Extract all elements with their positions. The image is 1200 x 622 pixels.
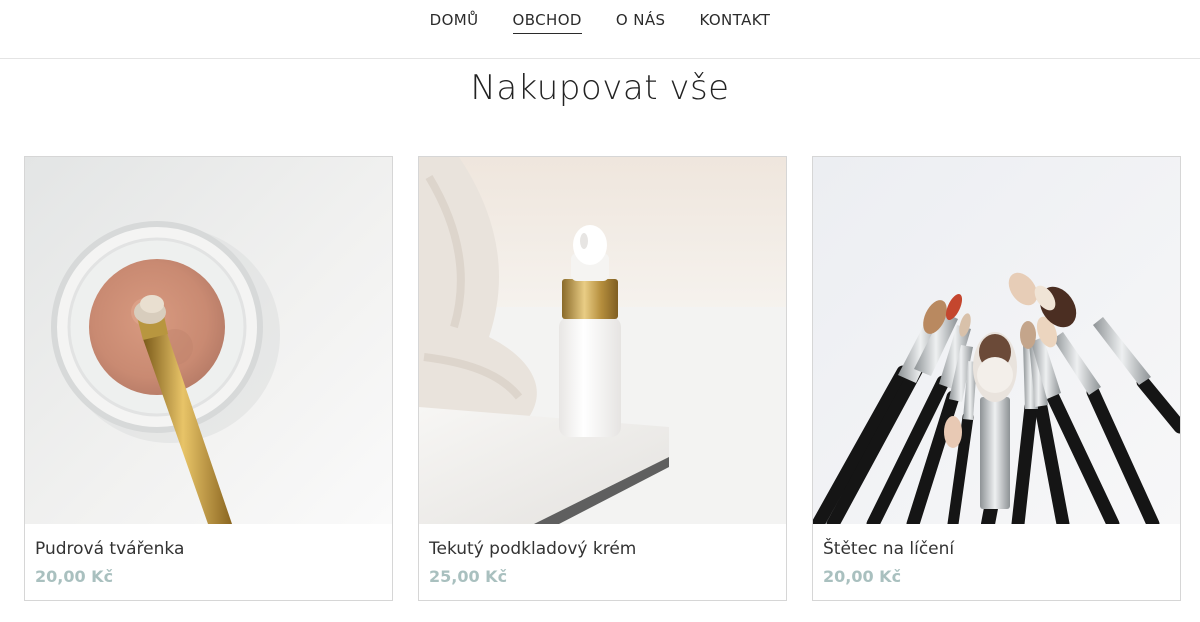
nav-link-about[interactable]: O NÁS [616, 7, 666, 33]
product-image-foundation[interactable] [419, 157, 786, 524]
product-card-blush[interactable]: Pudrová tvářenka 20,00 Kč [24, 156, 393, 601]
product-card-foundation[interactable]: Tekutý podkladový krém 25,00 Kč [418, 156, 787, 601]
product-price: 25,00 Kč [429, 567, 508, 586]
product-name[interactable]: Tekutý podkladový krém [429, 539, 636, 559]
product-image-brush[interactable] [813, 157, 1180, 524]
product-grid: Pudrová tvářenka 20,00 Kč Tekutý podklad… [24, 156, 1181, 602]
page-title: Nakupovat vše [470, 68, 730, 108]
product-name[interactable]: Pudrová tvářenka [35, 539, 184, 559]
product-name[interactable]: Štětec na líčení [823, 539, 954, 559]
product-price: 20,00 Kč [823, 567, 902, 586]
main-navigation: DOMŮ OBCHOD O NÁS KONTAKT [0, 0, 1200, 59]
nav-link-shop[interactable]: OBCHOD [512, 7, 582, 34]
product-image-blush[interactable] [25, 157, 392, 524]
nav-link-home[interactable]: DOMŮ [430, 7, 479, 33]
product-price: 20,00 Kč [35, 567, 114, 586]
nav-link-contact[interactable]: KONTAKT [699, 7, 770, 33]
product-card-brush[interactable]: Štětec na líčení 20,00 Kč [812, 156, 1181, 601]
